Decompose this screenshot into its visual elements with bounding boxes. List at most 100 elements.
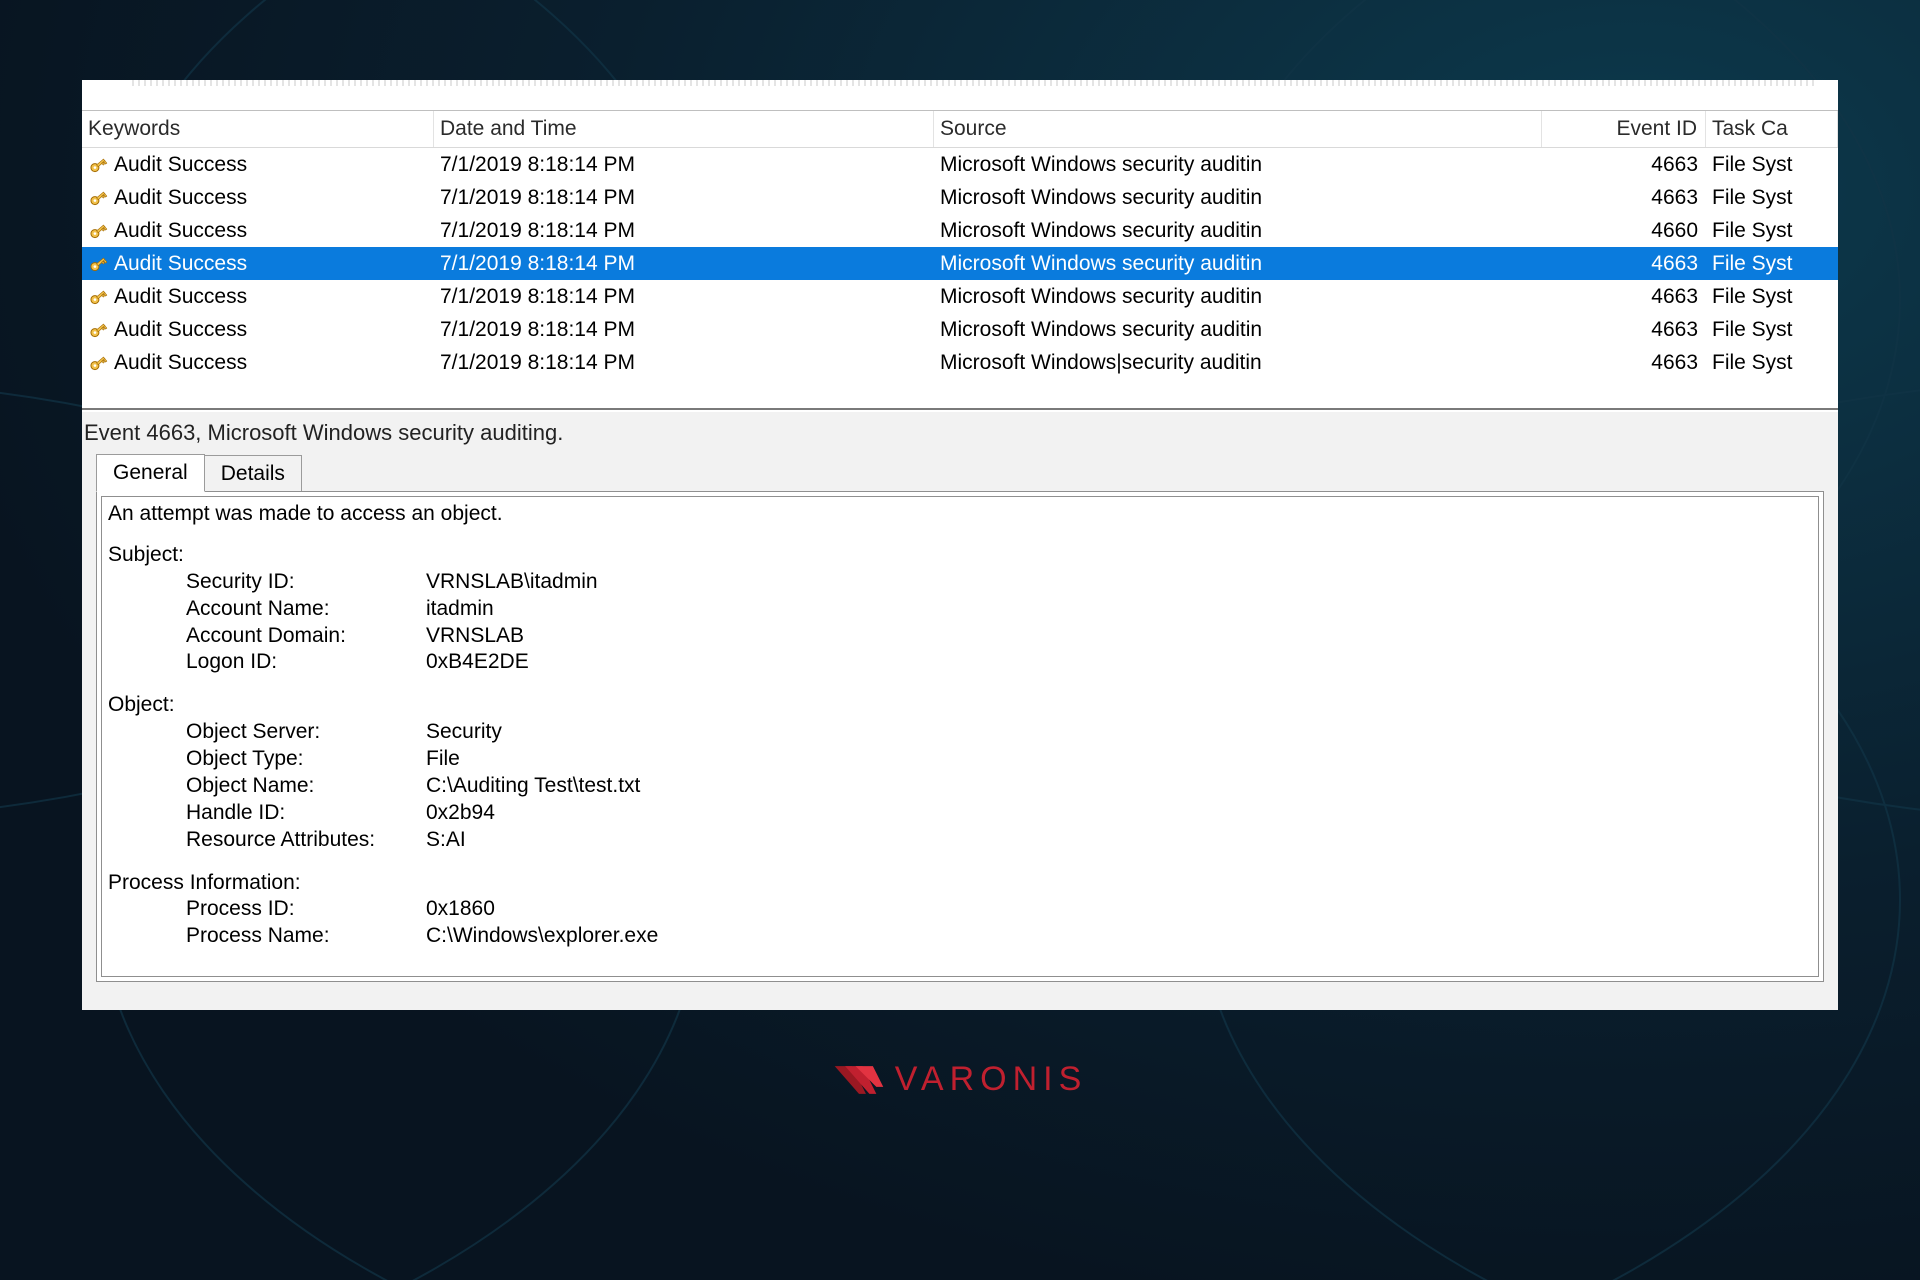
- event-viewer-window: Keywords Date and Time Source Event ID T…: [82, 80, 1838, 1010]
- event-row[interactable]: Audit Success7/1/2019 8:18:14 PMMicrosof…: [82, 214, 1838, 247]
- detail-field-label: Process ID:: [186, 896, 426, 923]
- event-details-pane: Event 4663, Microsoft Windows security a…: [82, 410, 1838, 1010]
- detail-field-label: Account Name:: [186, 596, 426, 623]
- audit-success-key-icon: [88, 353, 108, 373]
- event-row[interactable]: Audit Success 7/1/2019 8:18:14 PM Microsof…: [82, 313, 1838, 346]
- detail-field-label: Object Name:: [186, 773, 426, 800]
- general-tab-panel: An attempt was made to access an object.…: [96, 491, 1824, 982]
- row-eventid: 4663: [1651, 351, 1698, 375]
- audit-success-key-icon: [88, 221, 108, 241]
- detail-field-value: 0x2b94: [426, 800, 1812, 827]
- event-row[interactable]: Audit Success 7/1/2019 8:18:14 PM Microsof…: [82, 280, 1838, 313]
- row-eventid: 4663: [1651, 318, 1698, 342]
- detail-section-title: Process Information:: [108, 870, 1812, 897]
- column-header-source[interactable]: Source: [934, 111, 1542, 147]
- detail-field-label: Object Type:: [186, 746, 426, 773]
- event-row[interactable]: Audit Success 7/1/2019 8:18:14 PM Microsof…: [82, 148, 1838, 181]
- row-taskcat: File Syst: [1712, 285, 1793, 309]
- row-datetime: 7/1/2019 8:18:14 PM: [440, 318, 635, 342]
- row-datetime: 7/1/2019 8:18:14 PM: [440, 219, 635, 243]
- detail-field-value: C:\Windows\explorer.exe: [426, 923, 1812, 950]
- detail-field-value: 0x1860: [426, 896, 1812, 923]
- row-eventid: 4663: [1651, 285, 1698, 309]
- column-header-datetime[interactable]: Date and Time: [434, 111, 934, 147]
- row-taskcat: File Syst: [1712, 153, 1793, 177]
- row-taskcat: File Syst: [1712, 219, 1793, 243]
- row-source: Microsoft Windows security auditin: [940, 186, 1262, 210]
- row-datetime: 7/1/2019 8:18:14 PM: [440, 285, 635, 309]
- varonis-mark-icon: [833, 1062, 885, 1098]
- row-keywords: Audit Success: [114, 252, 247, 276]
- column-header-keywords[interactable]: Keywords: [82, 111, 434, 147]
- row-datetime: 7/1/2019 8:18:14 PM: [440, 186, 635, 210]
- audit-success-key-icon: [88, 320, 108, 340]
- event-row[interactable]: Audit Success 7/1/2019 8:18:14 PM Microsof…: [82, 247, 1838, 280]
- detail-field: Account Name: itadmin: [108, 596, 1812, 623]
- detail-field-value: Security: [426, 719, 1812, 746]
- row-source: Microsoft Windows security auditin: [940, 252, 1262, 276]
- detail-field-label: Logon ID:: [186, 649, 426, 676]
- row-datetime: 7/1/2019 8:18:14 PM: [440, 153, 635, 177]
- detail-section-title: Subject:: [108, 542, 1812, 569]
- detail-field-value: VRNSLAB\itadmin: [426, 569, 1812, 596]
- varonis-logo: VARONIS: [0, 1060, 1920, 1099]
- detail-field-value: S:AI: [426, 827, 1812, 854]
- audit-success-key-icon: [88, 155, 108, 175]
- row-keywords: Audit Success: [114, 153, 247, 177]
- row-datetime: 7/1/2019 8:18:14 PM: [440, 252, 635, 276]
- event-message: An attempt was made to access an object.: [108, 501, 1812, 528]
- event-row[interactable]: Audit Success7/1/2019 8:18:14 PMMicrosof…: [82, 346, 1838, 379]
- details-tab-strip: General Details: [82, 454, 1838, 492]
- detail-field: Account Domain: VRNSLAB: [108, 623, 1812, 650]
- row-taskcat: File Syst: [1712, 318, 1793, 342]
- row-source: Microsoft Windows security auditin: [940, 219, 1262, 243]
- detail-field: Resource Attributes: S:AI: [108, 827, 1812, 854]
- row-eventid: 4663: [1651, 186, 1698, 210]
- row-taskcat: File Syst: [1712, 351, 1793, 375]
- column-header-row: Keywords Date and Time Source Event ID T…: [82, 111, 1838, 148]
- detail-field: Object Name: C:\Auditing Test\test.txt: [108, 773, 1812, 800]
- detail-field: Handle ID: 0x2b94: [108, 800, 1812, 827]
- row-source: Microsoft Windows security auditin: [940, 318, 1262, 342]
- detail-field: Process ID: 0x1860: [108, 896, 1812, 923]
- event-rows: Audit Success 7/1/2019 8:18:14 PM Microsof…: [82, 148, 1838, 379]
- detail-field: Logon ID: 0xB4E2DE: [108, 649, 1812, 676]
- detail-field-label: Security ID:: [186, 569, 426, 596]
- detail-field-label: Process Name:: [186, 923, 426, 950]
- detail-field-value: VRNSLAB: [426, 623, 1812, 650]
- audit-success-key-icon: [88, 287, 108, 307]
- row-keywords: Audit Success: [114, 285, 247, 309]
- row-keywords: Audit Success: [114, 351, 247, 375]
- row-eventid: 4660: [1651, 219, 1698, 243]
- row-source: Microsoft Windows security auditin: [940, 153, 1262, 177]
- detail-field: Security ID: VRNSLAB\itadmin: [108, 569, 1812, 596]
- detail-field-value: itadmin: [426, 596, 1812, 623]
- row-taskcat: File Syst: [1712, 252, 1793, 276]
- detail-field: Object Server: Security: [108, 719, 1812, 746]
- row-datetime: 7/1/2019 8:18:14 PM: [440, 351, 635, 375]
- detail-field-value: C:\Auditing Test\test.txt: [426, 773, 1812, 800]
- column-header-eventid[interactable]: Event ID: [1542, 111, 1706, 147]
- column-header-taskcat[interactable]: Task Ca: [1706, 111, 1838, 147]
- detail-field: Process Name: C:\Windows\explorer.exe: [108, 923, 1812, 950]
- event-details-header: Event 4663, Microsoft Windows security a…: [82, 412, 1838, 454]
- detail-field-label: Object Server:: [186, 719, 426, 746]
- filter-summary-bar: [82, 80, 1838, 110]
- tab-general[interactable]: General: [96, 454, 205, 492]
- row-keywords: Audit Success: [114, 318, 247, 342]
- row-eventid: 4663: [1651, 153, 1698, 177]
- row-taskcat: File Syst: [1712, 186, 1793, 210]
- row-keywords: Audit Success: [114, 186, 247, 210]
- detail-field-label: Account Domain:: [186, 623, 426, 650]
- detail-field: Object Type: File: [108, 746, 1812, 773]
- tab-details[interactable]: Details: [204, 455, 302, 492]
- detail-field-value: 0xB4E2DE: [426, 649, 1812, 676]
- detail-field-label: Handle ID:: [186, 800, 426, 827]
- detail-field-value: File: [426, 746, 1812, 773]
- audit-success-key-icon: [88, 188, 108, 208]
- detail-section-title: Object:: [108, 692, 1812, 719]
- detail-field-label: Resource Attributes:: [186, 827, 426, 854]
- audit-success-key-icon: [88, 254, 108, 274]
- row-source: Microsoft Windows security auditin: [940, 285, 1262, 309]
- event-row[interactable]: Audit Success 7/1/2019 8:18:14 PM Microsof…: [82, 181, 1838, 214]
